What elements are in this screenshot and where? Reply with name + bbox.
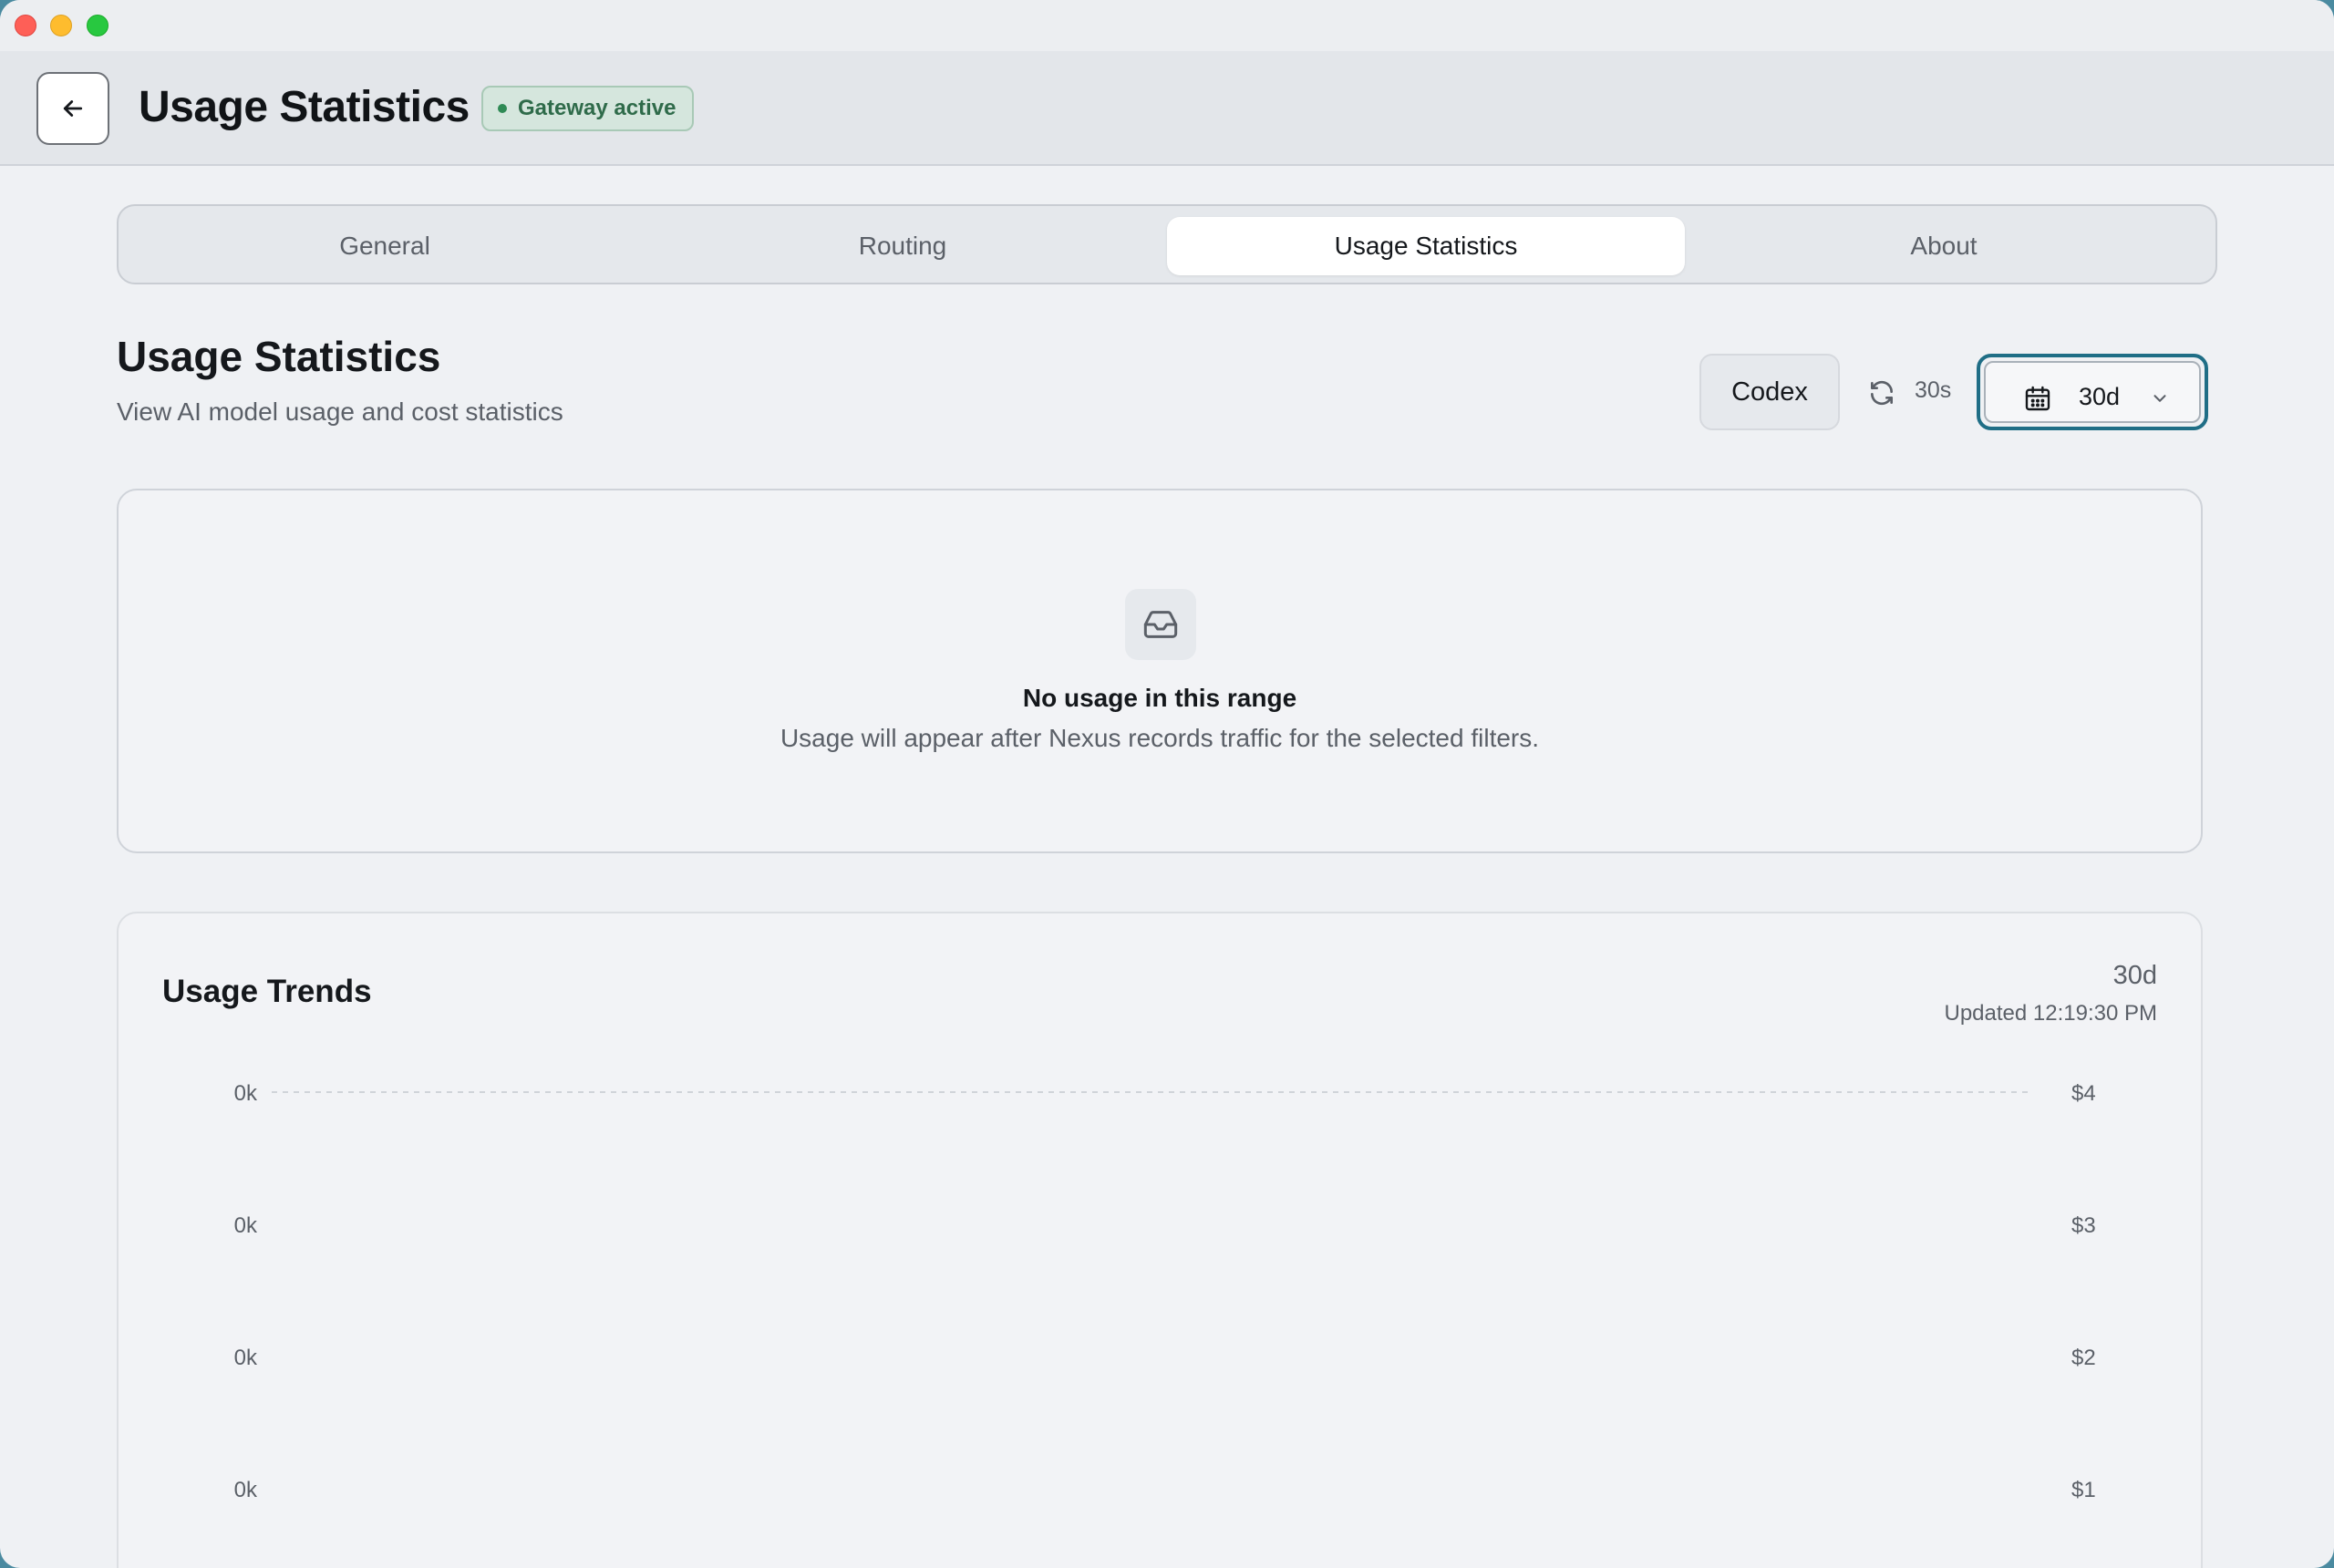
usage-trends-chart: 0k 0k 0k 0k $4 $3 $2 $1: [234, 1081, 2096, 1502]
close-window-button[interactable]: [15, 15, 36, 36]
y-left-tick-label: 0k: [234, 1081, 258, 1106]
chevron-down-icon: [2153, 395, 2166, 402]
page-title: Usage Statistics: [117, 333, 441, 380]
y-left-tick-label: 0k: [234, 1346, 258, 1370]
tab-usage-statistics[interactable]: Usage Statistics: [1167, 217, 1685, 275]
usage-trends-card: Usage Trends 30d Updated 12:19:30 PM 0k 0…: [117, 912, 2203, 1568]
inbox-icon: [1143, 611, 1178, 638]
provider-filter-button[interactable]: Codex: [1699, 354, 1840, 430]
empty-state-card: No usage in this range Usage will appear…: [117, 489, 2203, 853]
y-right-tick-label: $4: [2071, 1081, 2096, 1106]
refresh-interval-label[interactable]: 30s: [1915, 377, 1951, 404]
tab-routing[interactable]: Routing: [644, 217, 1162, 275]
settings-tabs: General Routing Usage Statistics About: [117, 204, 2217, 284]
app-header: Usage Statistics Gateway active: [0, 51, 2334, 166]
y-right-tick-label: $2: [2071, 1346, 2096, 1370]
inbox-icon-container: [1125, 589, 1196, 660]
title-bar: [0, 0, 2334, 51]
y-right-tick-label: $1: [2071, 1478, 2096, 1502]
y-left-tick-label: 0k: [234, 1478, 258, 1502]
calendar-icon: [2025, 386, 2050, 411]
app-window: Usage Statistics Gateway active General …: [0, 0, 2334, 1568]
y-right-tick-label: $3: [2071, 1213, 2096, 1238]
arrow-left-icon: [63, 100, 83, 117]
empty-state-description: Usage will appear after Nexus records tr…: [780, 724, 1540, 752]
status-dot-icon: [498, 104, 507, 113]
minimize-window-button[interactable]: [50, 15, 72, 36]
zoom-window-button[interactable]: [87, 15, 108, 36]
date-range-value: 30d: [2079, 383, 2121, 410]
empty-state-title: No usage in this range: [1022, 684, 1297, 712]
status-badge: Gateway active: [481, 86, 695, 131]
date-range-select-inner: 30d: [1984, 361, 2201, 423]
y-left-tick-label: 0k: [234, 1213, 258, 1238]
status-badge-label: Gateway active: [518, 96, 676, 120]
header-title: Usage Statistics: [139, 83, 470, 131]
refresh-icon[interactable]: [1867, 378, 1896, 407]
tab-general[interactable]: General: [126, 217, 644, 275]
page-subtitle: View AI model usage and cost statistics: [117, 397, 563, 426]
date-range-select[interactable]: 30d: [1977, 354, 2208, 430]
back-button[interactable]: [36, 72, 109, 145]
tab-about[interactable]: About: [1685, 217, 2203, 275]
